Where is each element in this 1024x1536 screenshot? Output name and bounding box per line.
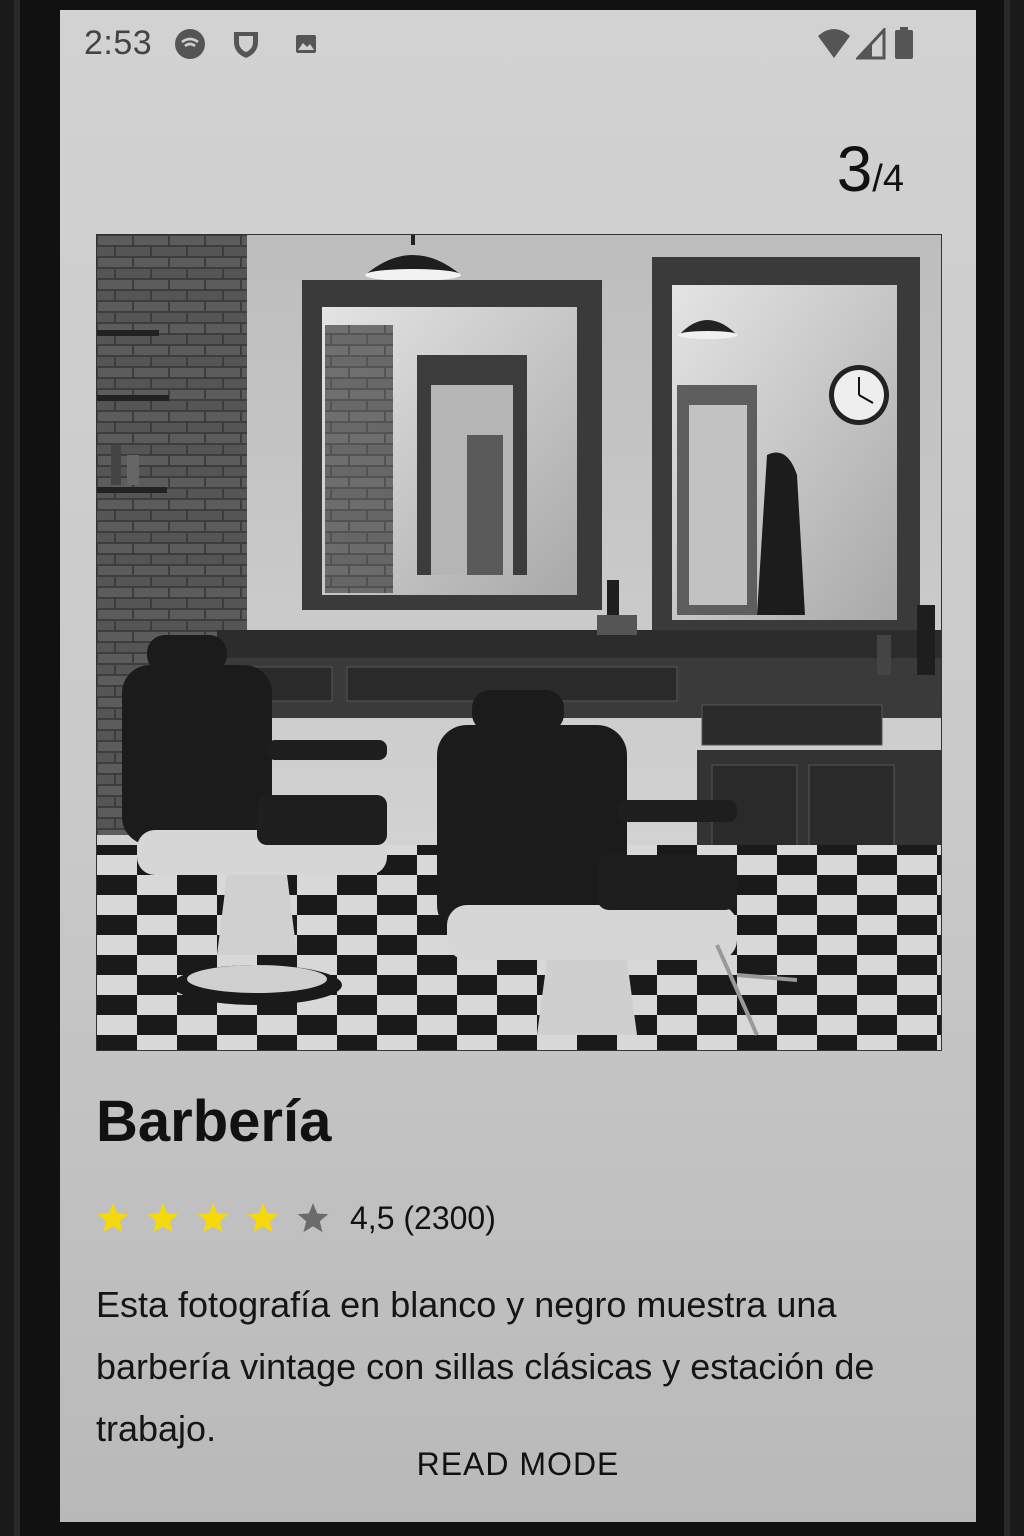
rating-text: 4,5 (2300) (350, 1199, 496, 1236)
page-counter-total: /4 (872, 158, 904, 200)
star-icon-2 (147, 1203, 179, 1233)
cell-signal-icon (856, 28, 886, 60)
star-icon-4 (247, 1203, 279, 1233)
star-icon-3 (197, 1203, 229, 1233)
barbershop-photo[interactable] (96, 234, 942, 1051)
shield-icon (234, 32, 258, 58)
star-icon-1 (97, 1203, 129, 1233)
star-empty-icon (297, 1203, 329, 1233)
page-counter: 3/4 (837, 132, 904, 206)
status-bar: 2:53 (60, 10, 976, 80)
phone-frame: 2:53 3/4 Barbería 4,5 (2300) Esta fotogr… (14, 0, 1010, 1536)
battery-icon (895, 27, 913, 59)
rating-row: 4,5 (2300) (96, 1196, 496, 1240)
hotspot-icon (175, 29, 205, 59)
screen: 2:53 3/4 Barbería 4,5 (2300) Esta fotogr… (60, 10, 976, 1522)
image-icon (296, 35, 316, 53)
place-description: Esta fotografía en blanco y negro muestr… (96, 1284, 875, 1449)
read-mode-button[interactable]: READ MODE (60, 1446, 976, 1483)
place-title: Barbería (96, 1089, 332, 1154)
wifi-icon (818, 29, 850, 58)
status-time: 2:53 (84, 24, 153, 62)
page-counter-current: 3 (836, 133, 873, 205)
